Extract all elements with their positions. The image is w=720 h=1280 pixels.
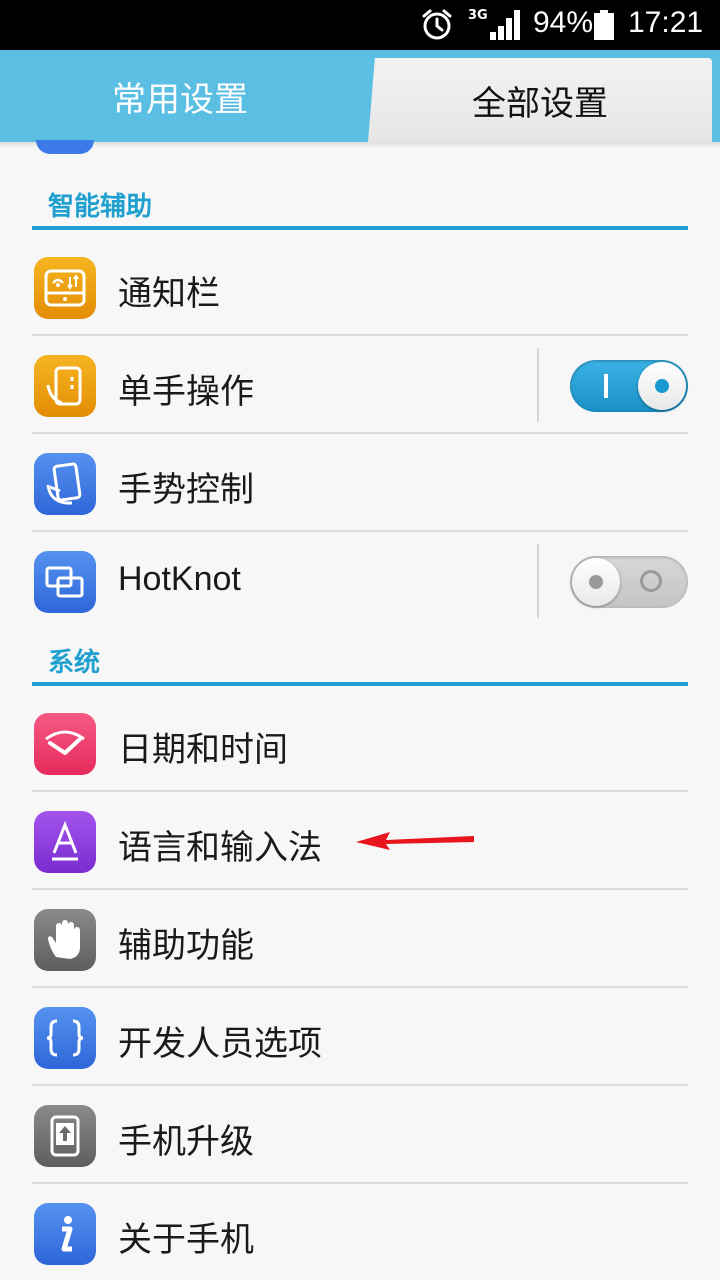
divider (537, 348, 539, 422)
signal-icon (490, 10, 520, 40)
partial-icon-above (36, 140, 94, 154)
settings-item-developer-options[interactable]: 开发人员选项 (32, 988, 688, 1086)
settings-item-one-hand[interactable]: 单手操作 (32, 336, 688, 434)
toggle-knob (572, 558, 620, 606)
item-label: 辅助功能 (118, 926, 254, 966)
item-label: 手势控制 (118, 470, 254, 510)
one-hand-icon (34, 355, 96, 417)
alarm-icon (422, 9, 452, 40)
red-arrow-annotation (356, 832, 474, 850)
toggle-on-mark (604, 374, 608, 398)
gesture-icon (34, 453, 96, 515)
hand-icon (34, 909, 96, 971)
toggle-off-mark (640, 570, 662, 592)
clock-time: 17:21 (628, 6, 704, 39)
one-hand-toggle[interactable] (570, 360, 688, 412)
settings-tabs: 常用设置 全部设置 (0, 50, 720, 142)
item-label: 单手操作 (118, 372, 254, 412)
settings-item-date-time[interactable]: 日期和时间 (32, 694, 688, 792)
tab-shadow (0, 142, 720, 148)
battery-icon (594, 10, 614, 40)
item-label: 语言和输入法 (118, 828, 322, 868)
settings-item-hotknot[interactable]: HotKnot (32, 532, 688, 630)
clock-icon (34, 713, 96, 775)
braces-icon (34, 1007, 96, 1069)
settings-item-gesture-control[interactable]: 手势控制 (32, 434, 688, 532)
item-label: 通知栏 (118, 274, 220, 314)
notification-bar-icon (34, 257, 96, 319)
hotknot-toggle[interactable] (570, 556, 688, 608)
section-header-system: 系统 (32, 640, 688, 686)
section-title: 系统 (48, 648, 101, 678)
item-label: HotKnot (118, 560, 241, 598)
hotknot-icon (34, 551, 96, 613)
item-label: 关于手机 (118, 1220, 254, 1260)
tab-common-settings[interactable]: 常用设置 (0, 50, 360, 142)
language-icon (34, 811, 96, 873)
item-label: 手机升级 (118, 1122, 254, 1162)
settings-item-system-update[interactable]: 手机升级 (32, 1086, 688, 1184)
status-bar: 3G 94% 17:21 (0, 0, 720, 50)
battery-percent: 94% (533, 6, 594, 39)
item-label: 日期和时间 (118, 730, 288, 770)
upgrade-icon (34, 1105, 96, 1167)
network-type: 3G (468, 8, 488, 23)
divider (537, 544, 539, 618)
settings-item-notification-bar[interactable]: 通知栏 (32, 238, 688, 336)
info-icon (34, 1203, 96, 1265)
item-label: 开发人员选项 (118, 1024, 322, 1064)
settings-item-about-phone[interactable]: 关于手机 (32, 1184, 688, 1280)
section-header-smart-assist: 智能辅助 (32, 184, 688, 230)
tab-all-settings[interactable]: 全部设置 (368, 58, 712, 142)
settings-item-accessibility[interactable]: 辅助功能 (32, 890, 688, 988)
toggle-knob (638, 362, 686, 410)
section-title: 智能辅助 (48, 192, 153, 222)
